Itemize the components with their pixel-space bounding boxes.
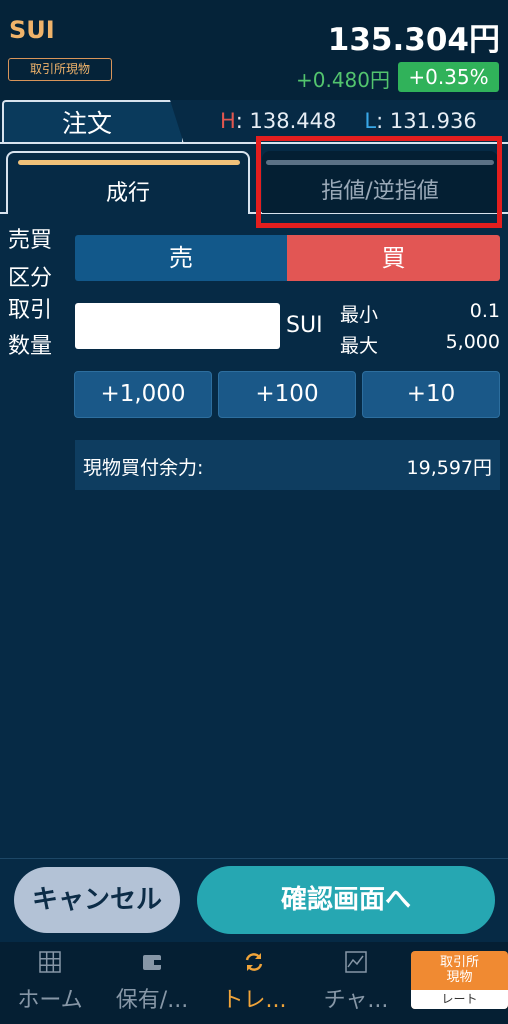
qty-label-2: 数量 — [8, 334, 53, 359]
highlight-box — [256, 136, 502, 228]
high-key: H — [220, 109, 236, 133]
nav-item-label: チャ... — [323, 988, 389, 1013]
qty-label-1: 取引 — [8, 298, 53, 323]
nav-item-label: トレ... — [221, 988, 287, 1013]
high-value: : 138.448 — [235, 109, 337, 133]
increment-100-button[interactable]: +100 — [218, 371, 356, 418]
nav-item-home[interactable]: ホーム — [0, 942, 100, 1024]
market-badge: 取引所現物 — [8, 58, 112, 81]
wallet-icon — [102, 950, 202, 974]
price-change-percent: +0.35% — [398, 62, 499, 92]
active-tab-gap — [8, 212, 248, 214]
header: SUI 取引所現物 135.304円 +0.480円 +0.35% — [0, 0, 508, 100]
confirm-button[interactable]: 確認画面へ — [197, 866, 495, 934]
symbol: SUI — [9, 16, 55, 44]
quantity-unit: SUI — [286, 313, 323, 338]
nav-item-chart[interactable]: チャ... — [306, 942, 406, 1024]
increment-10-button[interactable]: +10 — [362, 371, 500, 418]
nav-item-label: ホーム — [17, 988, 83, 1013]
nav-item-trade[interactable]: トレ... — [204, 942, 304, 1024]
tab-market-order-label: 成行 — [105, 181, 150, 206]
high-low: H: 138.448 L: 131.936 — [220, 109, 477, 133]
rate-button-top: 取引所 現物 — [439, 955, 479, 985]
min-label: 最小 — [340, 304, 379, 326]
low-key: L — [364, 109, 377, 133]
max-value: 5,000 — [445, 331, 500, 353]
current-price: 135.304円 — [327, 22, 500, 58]
quantity-input[interactable] — [75, 303, 280, 349]
nav-item-label: 保有/... — [115, 988, 189, 1013]
chart-icon — [306, 950, 406, 974]
tab-order[interactable]: 注文 — [2, 100, 184, 144]
nav-item-holdings[interactable]: 保有/... — [102, 942, 202, 1024]
cancel-button[interactable]: キャンセル — [14, 867, 180, 933]
min-value: 0.1 — [469, 300, 500, 322]
refresh-icon — [204, 950, 304, 974]
active-indicator — [18, 160, 240, 165]
buying-power-label: 現物買付余力: — [83, 457, 204, 479]
rate-button[interactable]: 取引所 現物 レート — [411, 951, 508, 1009]
price-change: +0.480円 — [295, 68, 390, 92]
rate-button-bottom: レート — [411, 990, 508, 1009]
buying-power-value: 19,597円 — [406, 457, 492, 479]
buying-power: 現物買付余力: 19,597円 — [75, 440, 500, 490]
side-label-2: 区分 — [8, 266, 53, 291]
low-value: : 131.936 — [376, 109, 477, 133]
grid-icon — [0, 950, 100, 974]
tab-market-order[interactable]: 成行 — [6, 151, 250, 213]
increment-1000-button[interactable]: +1,000 — [74, 371, 212, 418]
max-label: 最大 — [340, 335, 379, 357]
side-label-1: 売買 — [8, 228, 53, 253]
sell-button[interactable]: 売 — [75, 235, 287, 281]
buy-button[interactable]: 買 — [287, 235, 500, 281]
